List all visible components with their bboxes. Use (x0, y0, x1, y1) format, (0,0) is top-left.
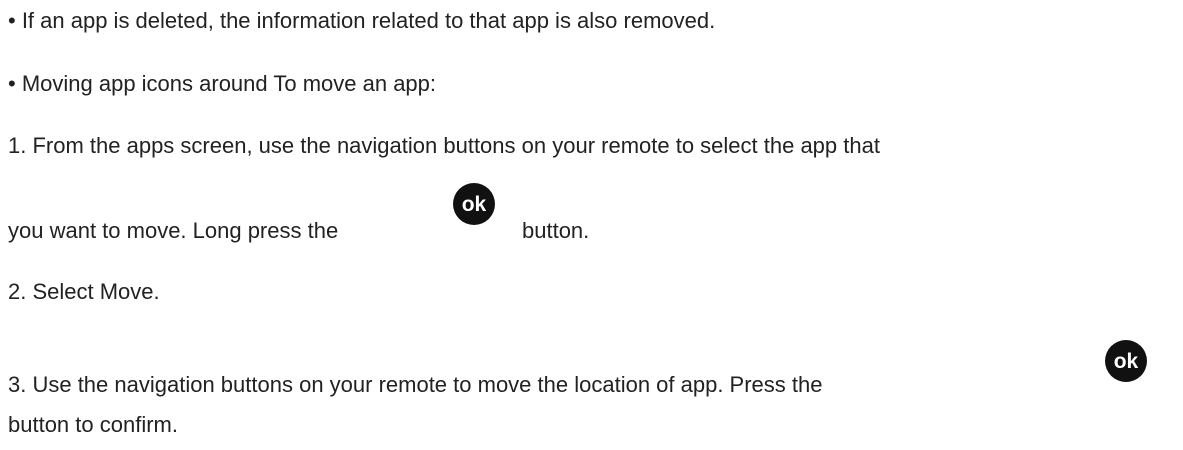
ok-button-icon: ok (1104, 339, 1148, 383)
ok-button-icon: ok (452, 182, 496, 226)
bullet-app-deleted: • If an app is deleted, the information … (8, 8, 716, 33)
bullet-moving-app-icons: • Moving app icons around To move an app… (8, 71, 437, 96)
step-3-line-2: button to confirm. (8, 412, 178, 437)
step-1-line-2-start: you want to move. Long press the (8, 218, 339, 243)
ok-button-icon-label: ok (1114, 350, 1139, 373)
step-1-line-1: 1. From the apps screen, use the navigat… (8, 133, 880, 158)
ok-button-icon-label: ok (462, 193, 487, 216)
step-3-line-1: 3. Use the navigation buttons on your re… (8, 372, 823, 397)
step-2: 2. Select Move. (8, 279, 160, 304)
step-1-line-2-end: button. (522, 218, 590, 243)
